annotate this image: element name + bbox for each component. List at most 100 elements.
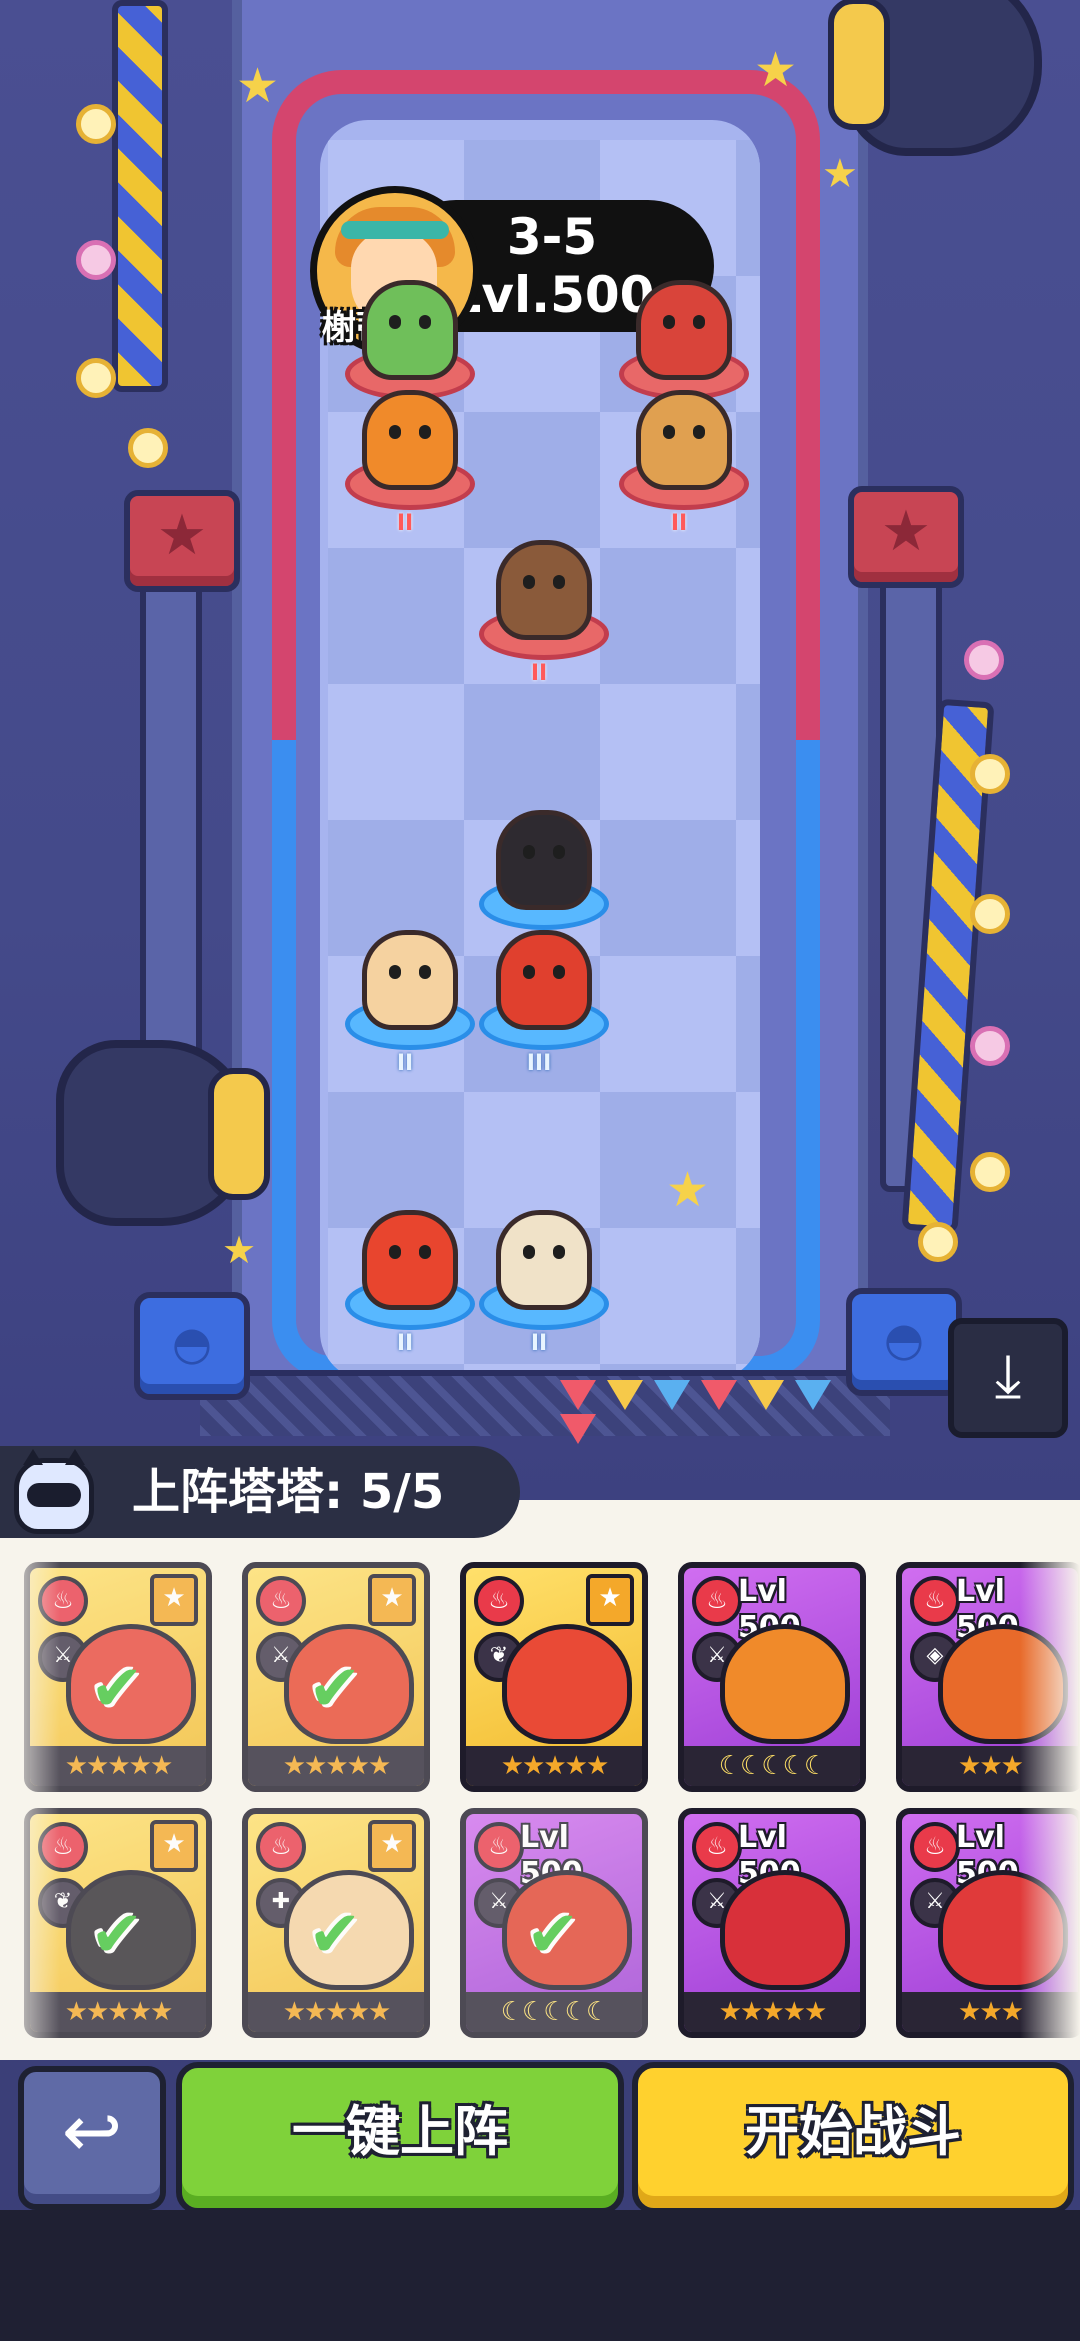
deployed-check-icon: ✔ [526, 1898, 580, 1972]
unit-rank: II [530, 1331, 548, 1356]
ally-unit-fire-bird[interactable]: II [474, 1200, 609, 1356]
favorite-star-icon[interactable]: ★ [586, 1574, 634, 1626]
deployed-check-icon: ✔ [308, 1898, 362, 1972]
favorite-star-icon[interactable]: ★ [368, 1820, 416, 1872]
light-bulb [970, 1026, 1010, 1066]
fire-element-icon: ♨ [692, 1822, 742, 1872]
grid-tile[interactable] [600, 1228, 736, 1364]
download-button[interactable]: ⤓ [948, 1318, 1068, 1438]
fire-element-icon: ♨ [474, 1576, 524, 1626]
decor-star: ★ [666, 1162, 710, 1218]
fire-element-icon: ♨ [692, 1576, 742, 1626]
grid-tile[interactable] [600, 820, 736, 956]
left-blue-block: ◓ [134, 1292, 250, 1400]
grid-tile[interactable] [464, 412, 600, 548]
red-bird-sprite [636, 280, 732, 380]
deployed-check-icon: ✔ [90, 1652, 144, 1726]
unit-rank: II [670, 511, 688, 536]
left-star-block: ★ [124, 490, 240, 592]
footer-bar [0, 2210, 1080, 2341]
light-bulb [970, 894, 1010, 934]
hero-portrait [720, 1624, 850, 1744]
right-star-block: ★ [848, 486, 964, 588]
hero-card[interactable]: ♨⚔Lvl 500☾☾☾☾☾ [678, 1562, 866, 1792]
grid-tile[interactable] [736, 140, 760, 276]
light-bulb [76, 240, 116, 280]
light-bulb [128, 428, 168, 468]
auto-deploy-button[interactable]: 一键上阵 [176, 2062, 624, 2214]
boar-sprite [496, 540, 592, 640]
left-banner-flag [112, 0, 168, 392]
decor-star: ★ [822, 151, 858, 197]
grid-tile[interactable] [328, 548, 464, 684]
grid-tile[interactable] [736, 684, 760, 820]
decor-star: ★ [222, 1228, 257, 1272]
light-bulb [76, 358, 116, 398]
favorite-star-icon[interactable]: ★ [150, 1574, 198, 1626]
back-button[interactable]: ↩ [18, 2066, 166, 2210]
grid-tile[interactable] [736, 1092, 760, 1228]
grid-tile[interactable] [736, 820, 760, 956]
grid-tile[interactable] [600, 684, 736, 820]
grid-tile[interactable] [736, 548, 760, 684]
fire-element-icon: ♨ [910, 1822, 960, 1872]
card-star-rating: ★★★★★ [248, 1992, 424, 2032]
tiger-sprite [362, 390, 458, 490]
cat-mascot-icon [14, 1449, 94, 1534]
grid-tile[interactable] [328, 684, 464, 820]
favorite-star-icon[interactable]: ★ [150, 1820, 198, 1872]
unit-rank: III [526, 1051, 552, 1076]
fire-element-icon: ♨ [474, 1822, 524, 1872]
roster-count-label: 上阵塔塔: 5/5 [132, 1464, 445, 1520]
red-fox-sprite [362, 1210, 458, 1310]
card-star-rating: ☾☾☾☾☾ [684, 1746, 860, 1786]
hero-card[interactable]: ♨ ❦ ★ ★★★★★ [460, 1562, 648, 1792]
grid-tile[interactable] [600, 548, 736, 684]
hero-portrait [720, 1870, 850, 1990]
black-fire-dog-sprite [496, 810, 592, 910]
back-icon: ↩ [61, 2089, 123, 2173]
enemy-unit-burger-pig: II [614, 380, 749, 536]
card-star-rating: ★★★★★ [684, 1992, 860, 2032]
light-bulb [76, 104, 116, 144]
hero-card[interactable]: ♨⚔Lvl 500☾☾☾☾☾✔ [460, 1808, 648, 2038]
unit-rank: II [396, 1331, 414, 1356]
green-creature-sprite [362, 280, 458, 380]
download-icon: ⤓ [994, 1341, 1022, 1411]
light-bulb [918, 1222, 958, 1262]
favorite-star-icon[interactable]: ★ [368, 1574, 416, 1626]
unit-rank: II [396, 1051, 414, 1076]
burger-pig-sprite [636, 390, 732, 490]
ally-unit-fire-bunny[interactable]: II [340, 920, 475, 1076]
card-star-rating: ★★★★★ [466, 1746, 642, 1786]
auto-deploy-label: 一键上阵 [292, 2100, 508, 2163]
hero-card[interactable]: ♨ ⚔ ★ ★★★★★ ✔ [242, 1562, 430, 1792]
start-battle-label: 开始战斗 [745, 2100, 961, 2163]
fire-element-icon: ♨ [910, 1576, 960, 1626]
deployed-check-icon: ✔ [90, 1898, 144, 1972]
scroll-fade-left [0, 1540, 60, 2060]
scroll-fade-right [1020, 1540, 1080, 2060]
card-star-rating: ★★★★★ [248, 1746, 424, 1786]
fire-element-icon: ♨ [256, 1576, 306, 1626]
enemy-unit-boar: II [474, 530, 609, 686]
start-battle-button[interactable]: 开始战斗 [632, 2062, 1074, 2214]
fire-bird-sprite [496, 1210, 592, 1310]
ally-unit-red-fox[interactable]: II [340, 1200, 475, 1356]
unit-rank: II [530, 661, 548, 686]
fire-bunny-sprite [362, 930, 458, 1030]
hero-card[interactable]: ♨ ✚ ★ ★★★★★ ✔ [242, 1808, 430, 2038]
light-bulb [964, 640, 1004, 680]
light-bulb [970, 754, 1010, 794]
hero-card[interactable]: ♨⚔Lvl 500★★★★★ [678, 1808, 866, 2038]
decor-star: ★ [236, 58, 280, 114]
ally-unit-fire-dragon[interactable]: III [474, 920, 609, 1076]
grid-tile[interactable] [736, 1228, 760, 1364]
deployed-check-icon: ✔ [308, 1652, 362, 1726]
light-bulb [970, 1152, 1010, 1192]
grid-tile[interactable] [600, 956, 736, 1092]
grid-tile[interactable] [736, 956, 760, 1092]
decor-star: ★ [754, 42, 798, 98]
card-star-rating: ☾☾☾☾☾ [466, 1992, 642, 2032]
fire-element-icon: ♨ [256, 1822, 306, 1872]
